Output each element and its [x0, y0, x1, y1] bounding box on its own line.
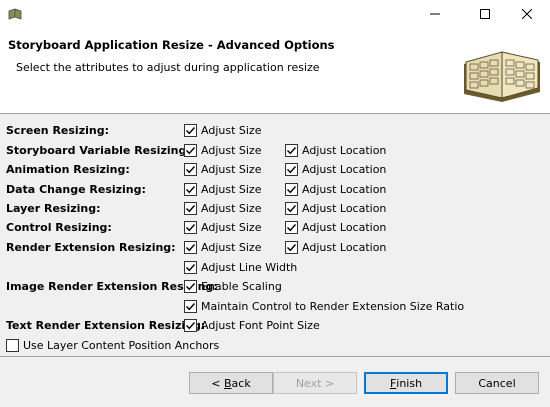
back-button[interactable]: < Back — [189, 372, 273, 394]
close-icon — [521, 8, 533, 22]
control-adjust-location-checkbox[interactable]: Adjust Location — [285, 219, 386, 235]
checkmark-icon — [184, 123, 197, 137]
close-button[interactable] — [504, 0, 550, 30]
checkmark-icon — [184, 318, 197, 332]
maximize-icon — [480, 8, 490, 22]
page-title: Storyboard Application Resize - Advanced… — [8, 38, 335, 52]
checkmark-icon — [285, 240, 298, 254]
checkmark-icon — [184, 260, 197, 274]
maximize-button[interactable] — [462, 0, 508, 30]
checkmark-icon — [285, 143, 298, 157]
footer-separator — [0, 356, 550, 357]
checkmark-icon — [285, 201, 298, 215]
checkmark-icon — [184, 279, 197, 293]
finish-button[interactable]: Finish — [364, 372, 448, 394]
render-adjust-size-checkbox[interactable]: Adjust Size — [184, 239, 261, 255]
image-maintain-ratio-checkbox[interactable]: Maintain Control to Render Extension Siz… — [184, 298, 464, 314]
wizard-header: Storyboard Application Resize - Advanced… — [0, 30, 550, 114]
image-enable-scaling-checkbox[interactable]: Enable Scaling — [184, 278, 282, 294]
storyboard-book-icon — [460, 42, 544, 108]
checkmark-icon — [184, 240, 197, 254]
checkmark-icon — [184, 201, 197, 215]
text-render-extension-resizing-label: Text Render Extension Resizing: — [6, 319, 206, 332]
screen-adjust-size-checkbox[interactable]: Adjust Size — [184, 122, 261, 138]
animation-resizing-label: Animation Resizing: — [6, 163, 130, 176]
animation-adjust-location-checkbox[interactable]: Adjust Location — [285, 161, 386, 177]
variable-adjust-location-checkbox[interactable]: Adjust Location — [285, 142, 386, 158]
text-adjust-font-size-checkbox[interactable]: Adjust Font Point Size — [184, 317, 320, 333]
screen-resizing-label: Screen Resizing: — [6, 124, 109, 137]
datachange-adjust-location-checkbox[interactable]: Adjust Location — [285, 181, 386, 197]
use-position-anchors-checkbox[interactable]: Use Layer Content Position Anchors — [6, 337, 219, 353]
data-change-resizing-label: Data Change Resizing: — [6, 183, 146, 196]
unchecked-box-icon — [6, 338, 19, 352]
control-adjust-size-checkbox[interactable]: Adjust Size — [184, 219, 261, 235]
checkmark-icon — [285, 220, 298, 234]
minimize-button[interactable] — [412, 0, 458, 30]
render-adjust-location-checkbox[interactable]: Adjust Location — [285, 239, 386, 255]
page-subtitle: Select the attributes to adjust during a… — [16, 61, 320, 74]
checkmark-icon — [184, 182, 197, 196]
datachange-adjust-size-checkbox[interactable]: Adjust Size — [184, 181, 261, 197]
layer-resizing-label: Layer Resizing: — [6, 202, 101, 215]
render-adjust-line-width-checkbox[interactable]: Adjust Line Width — [184, 259, 297, 275]
minimize-icon — [430, 9, 440, 22]
checkmark-icon — [184, 299, 197, 313]
variable-adjust-size-checkbox[interactable]: Adjust Size — [184, 142, 261, 158]
window-titlebar — [0, 0, 550, 30]
next-button[interactable]: Next > — [273, 372, 357, 394]
layer-adjust-size-checkbox[interactable]: Adjust Size — [184, 200, 261, 216]
storyboard-variable-resizing-label: Storyboard Variable Resizing: — [6, 144, 191, 157]
app-book-icon — [8, 7, 22, 21]
checkmark-icon — [184, 220, 197, 234]
checkmark-icon — [285, 162, 298, 176]
control-resizing-label: Control Resizing: — [6, 221, 112, 234]
layer-adjust-location-checkbox[interactable]: Adjust Location — [285, 200, 386, 216]
animation-adjust-size-checkbox[interactable]: Adjust Size — [184, 161, 261, 177]
checkmark-icon — [285, 182, 298, 196]
checkmark-icon — [184, 143, 197, 157]
cancel-button[interactable]: Cancel — [455, 372, 539, 394]
render-extension-resizing-label: Render Extension Resizing: — [6, 241, 176, 254]
checkmark-icon — [184, 162, 197, 176]
